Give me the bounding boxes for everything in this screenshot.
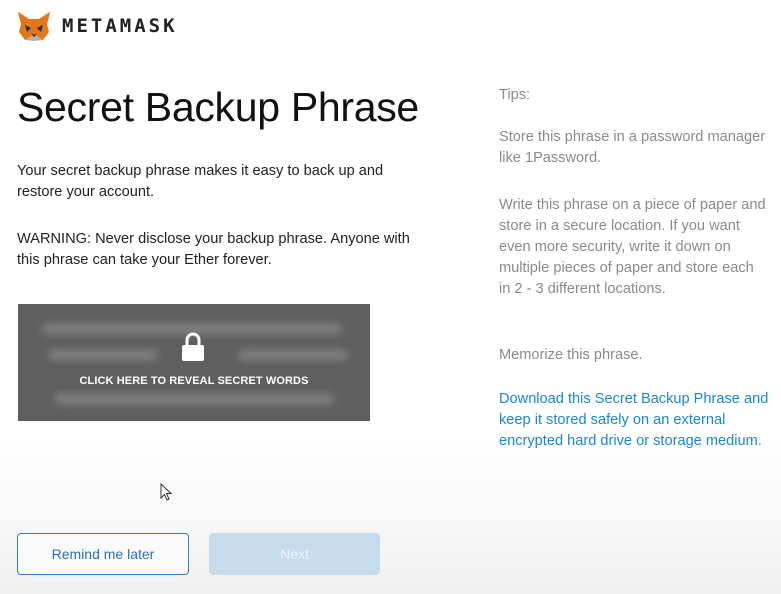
brand-name: METAMASK [62, 15, 178, 37]
reveal-label: CLICK HERE TO REVEAL SECRET WORDS [79, 375, 309, 387]
lock-icon [182, 332, 204, 361]
description-text: Your secret backup phrase makes it easy … [17, 163, 384, 200]
download-phrase-link[interactable]: Download this Secret Backup Phrase and k… [499, 389, 769, 452]
tip-write-on-paper: Write this phrase on a piece of paper an… [499, 197, 766, 297]
next-button[interactable]: Next [209, 533, 380, 575]
tips-heading: Tips: [499, 87, 531, 103]
blurred-words-line [238, 350, 348, 360]
reveal-secret-words-button[interactable]: CLICK HERE TO REVEAL SECRET WORDS [18, 304, 370, 421]
header: METAMASK [16, 10, 178, 42]
metamask-fox-icon [18, 12, 50, 41]
page-title: Secret Backup Phrase [17, 84, 419, 130]
mouse-cursor-icon [160, 483, 172, 501]
blurred-words-line [48, 350, 158, 360]
tip-memorize: Memorize this phrase. [499, 347, 643, 363]
blurred-words-line [54, 394, 334, 404]
warning-text: WARNING: Never disclose your backup phra… [17, 231, 410, 268]
remind-me-later-button[interactable]: Remind me later [17, 533, 189, 575]
tip-password-manager: Store this phrase in a password manager … [499, 129, 766, 166]
